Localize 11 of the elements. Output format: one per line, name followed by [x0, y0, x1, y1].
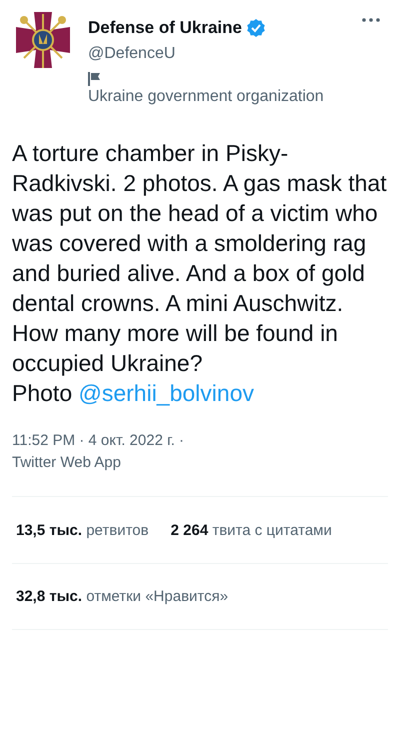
tweet-text: A torture chamber in Pisky-Radkivski. 2 photos. A gas mask that was put on the head of a victim who was covered with a smoldering rag and buried alive. And a box of gold dental crowns. A mini Auschwitz. How many more will be found in occupied Ukraine? Photo @serhii_bolvinov	[12, 139, 388, 408]
affiliation-label: Ukraine government organization	[88, 88, 324, 106]
stat-link[interactable]: 32,8 тыс. отметки «Нравится»	[16, 588, 228, 605]
more-icon[interactable]	[362, 18, 380, 22]
stat-link[interactable]: 13,5 тыс. ретвитов	[16, 522, 149, 538]
account-handle[interactable]: @DefenceU	[88, 45, 324, 63]
timestamp[interactable]: 11:52 PM · 4 окт. 2022 г. ·	[12, 430, 184, 452]
account-name[interactable]: Defense of Ukraine	[88, 18, 242, 38]
stat-link[interactable]: 2 264 твита с цитатами	[170, 522, 332, 538]
source-link[interactable]: Twitter Web App	[12, 452, 121, 474]
flag-icon	[88, 72, 101, 86]
